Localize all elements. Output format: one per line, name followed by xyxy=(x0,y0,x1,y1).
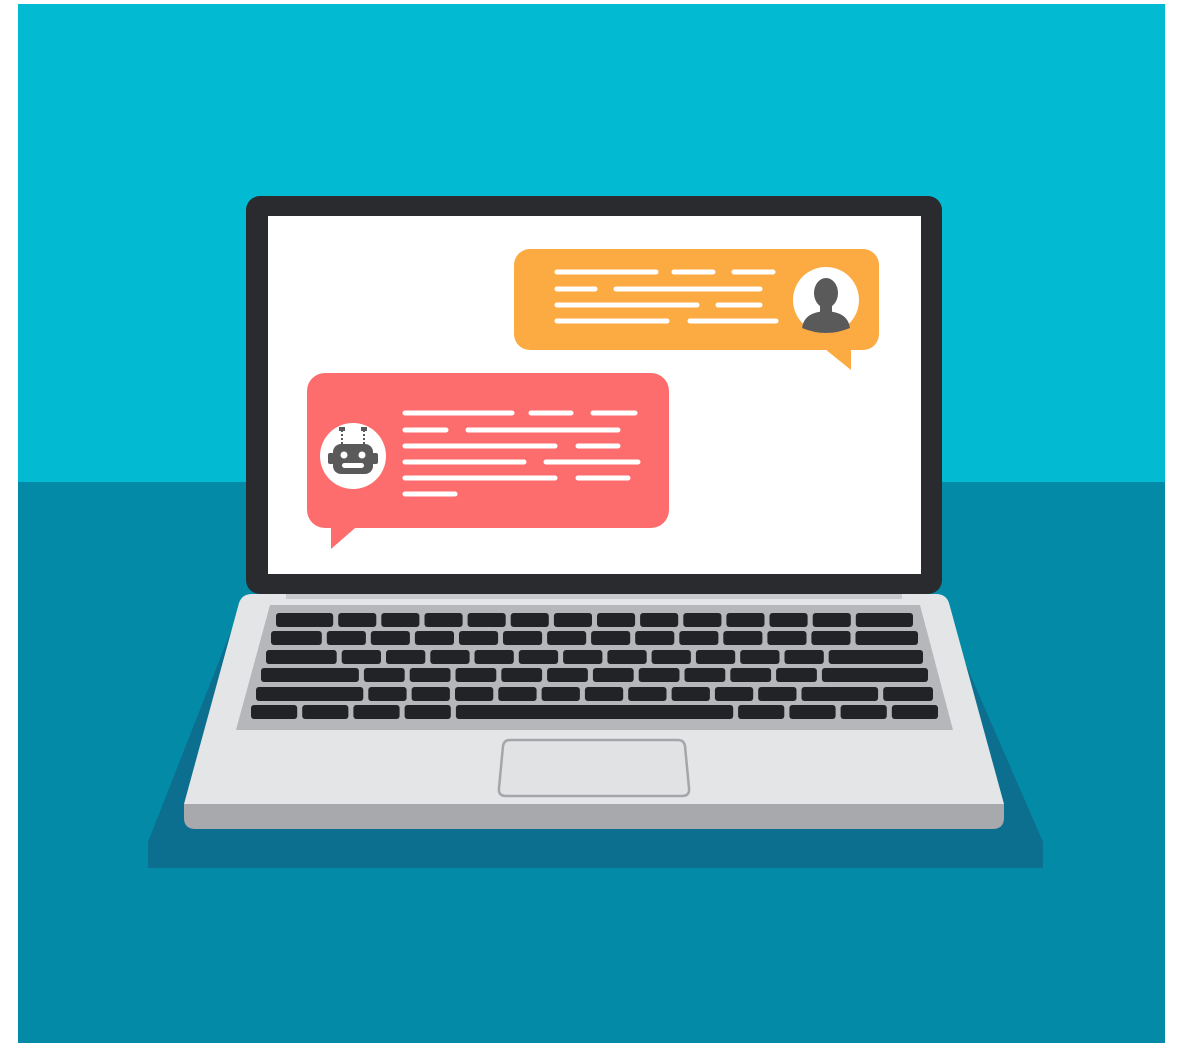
keyboard-key xyxy=(714,687,754,701)
keyboard-key xyxy=(370,631,410,645)
keyboard-key xyxy=(455,687,494,701)
keyboard-key xyxy=(738,705,785,719)
keyboard-key xyxy=(386,650,426,664)
keyboard-key xyxy=(840,705,887,719)
keyboard-key xyxy=(776,668,817,682)
keyboard-key xyxy=(801,687,879,701)
laptop-keyboard xyxy=(236,605,953,730)
keyboard-key xyxy=(591,631,631,645)
user-silhouette-icon xyxy=(793,267,859,333)
keyboard-key xyxy=(498,687,537,701)
keyboard-key xyxy=(276,613,334,627)
keyboard-key xyxy=(597,613,636,627)
keyboard-key xyxy=(302,705,349,719)
keyboard-key xyxy=(553,613,592,627)
keyboard-key xyxy=(430,650,470,664)
keyboard-key xyxy=(723,631,763,645)
keyboard-key xyxy=(640,613,679,627)
keyboard-key xyxy=(411,687,450,701)
keyboard-key xyxy=(547,631,587,645)
keyboard-key xyxy=(455,705,734,719)
lid-hinge xyxy=(286,594,902,599)
keyboard-key xyxy=(628,687,667,701)
keyboard-key xyxy=(635,631,675,645)
keyboard-key xyxy=(883,687,933,701)
keyboard-key xyxy=(341,650,381,664)
keyboard-key xyxy=(740,650,780,664)
keyboard-key xyxy=(404,705,451,719)
keyboard-key xyxy=(891,705,938,719)
keyboard-key xyxy=(684,668,726,682)
keyboard-key xyxy=(266,650,337,664)
chat-bubble-bot xyxy=(307,373,669,549)
keyboard-key xyxy=(855,631,918,645)
keyboard-key xyxy=(414,631,454,645)
keyboard-key xyxy=(758,687,797,701)
keyboard-key xyxy=(363,668,405,682)
keyboard-key xyxy=(381,613,420,627)
keyboard-key xyxy=(338,613,377,627)
keyboard-key xyxy=(271,631,322,645)
keyboard-key xyxy=(683,613,722,627)
keyboard-key xyxy=(671,687,710,701)
keyboard-key xyxy=(326,631,366,645)
keyboard-key xyxy=(584,687,624,701)
keyboard-key xyxy=(547,668,588,682)
keyboard-key xyxy=(455,668,497,682)
keyboard-key xyxy=(467,613,506,627)
keyboard-key xyxy=(855,613,913,627)
keyboard-key xyxy=(409,668,451,682)
keyboard-key xyxy=(353,705,400,719)
keyboard-key xyxy=(503,631,543,645)
keyboard-key xyxy=(695,650,736,664)
keyboard-key xyxy=(510,613,549,627)
robot-icon xyxy=(320,423,386,489)
keyboard-key xyxy=(459,631,499,645)
laptop-trackpad xyxy=(497,738,691,798)
keyboard-key xyxy=(730,668,772,682)
keyboard-key xyxy=(784,650,824,664)
keyboard-key xyxy=(541,687,580,701)
keyboard-key xyxy=(638,668,680,682)
keyboard-key xyxy=(501,668,543,682)
keyboard-key xyxy=(518,650,559,664)
keyboard-key xyxy=(811,631,851,645)
keyboard-key xyxy=(424,613,463,627)
laptop-chat-illustration xyxy=(0,0,1177,1045)
keyboard-key xyxy=(828,650,923,664)
keyboard-key xyxy=(368,687,407,701)
keyboard-key xyxy=(651,650,691,664)
keyboard-key xyxy=(256,687,364,701)
keyboard-key xyxy=(261,668,359,682)
keyboard-key xyxy=(607,650,647,664)
keyboard-key xyxy=(679,631,719,645)
keyboard-key xyxy=(767,631,807,645)
keyboard-key xyxy=(474,650,514,664)
keyboard-key xyxy=(251,705,298,719)
laptop-base-edge xyxy=(184,804,1004,829)
keyboard-key xyxy=(563,650,603,664)
keyboard-key xyxy=(769,613,808,627)
keyboard-key xyxy=(789,705,836,719)
keyboard-key xyxy=(592,668,634,682)
keyboard-key xyxy=(821,668,928,682)
keyboard-key xyxy=(726,613,765,627)
keyboard-key xyxy=(812,613,851,627)
